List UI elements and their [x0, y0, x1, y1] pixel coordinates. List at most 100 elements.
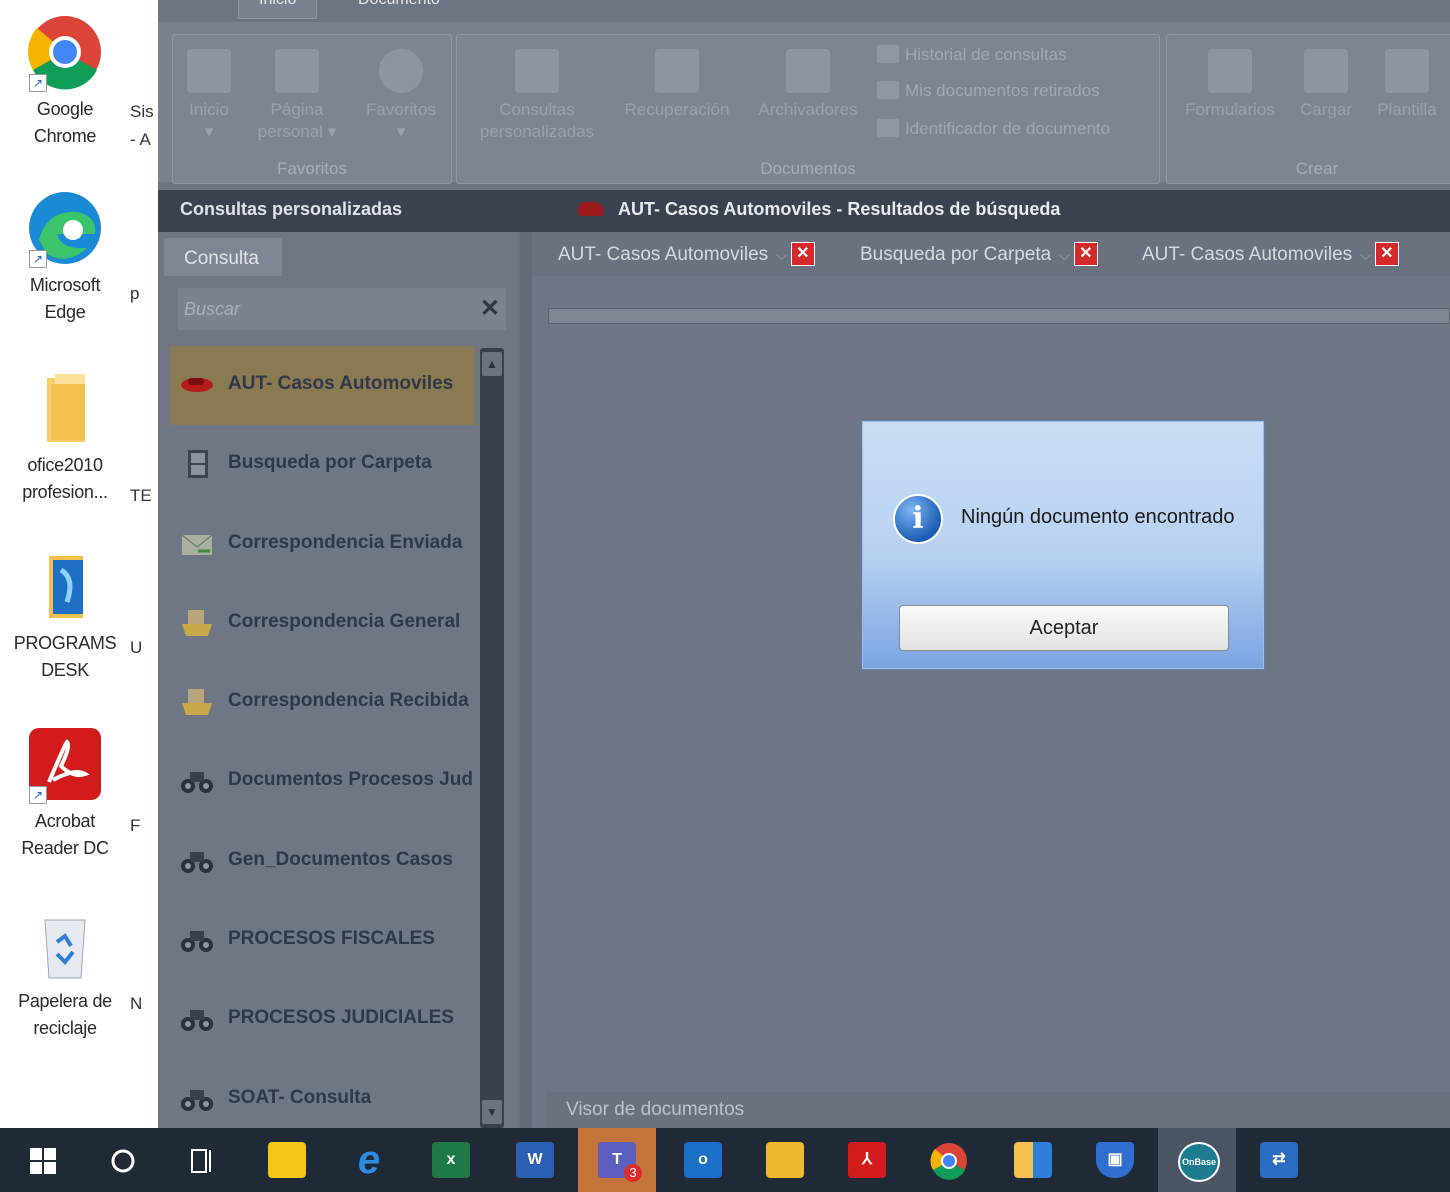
pagina-personal-button[interactable]: Página personal ▾ — [249, 49, 345, 143]
results-tab[interactable]: Busqueda por Carpeta ⌵ ✕ — [860, 242, 1098, 266]
query-item[interactable]: Documentos Procesos Judiciales — [170, 742, 475, 821]
query-item[interactable]: Gen_Documentos Casos — [170, 822, 475, 901]
defender-button[interactable]: ▣ — [1076, 1128, 1154, 1192]
query-label: PROCESOS FISCALES — [228, 928, 435, 950]
ribbon-group-favoritos: Inicio ▾ Página personal ▾ Favoritos ▾ Fav… — [172, 34, 452, 184]
task-view-button[interactable] — [164, 1128, 242, 1192]
desktop-icon-office2010[interactable]: ofice2010 profesion... — [8, 370, 122, 506]
shortcut-arrow-icon: ↗ — [29, 74, 47, 92]
outlook-icon: o — [684, 1142, 722, 1178]
desktop-icon-acrobat[interactable]: ↗ Acrobat Reader DC — [8, 726, 122, 862]
recuperacion-button[interactable]: Recuperación — [617, 49, 737, 121]
search-button[interactable] — [84, 1128, 162, 1192]
close-tab-icon[interactable]: ✕ — [1073, 242, 1098, 266]
word-icon: W — [516, 1142, 554, 1178]
desktop-icon-chrome[interactable]: ↗ Google Chrome — [8, 14, 122, 150]
onbase-button[interactable]: OnBase — [1158, 1128, 1236, 1192]
archivadores-button[interactable]: Archivadores — [751, 49, 865, 121]
chrome-icon: ↗ — [27, 14, 103, 92]
historial-consultas-button[interactable]: Historial de consultas — [877, 45, 1067, 65]
outlook-button[interactable]: o — [664, 1128, 742, 1192]
desktop-icon-programs-desk[interactable]: PROGRAMS DESK — [8, 548, 122, 684]
panel-title: Consultas personalizadas — [180, 199, 403, 219]
file-cabinet-icon — [786, 49, 830, 93]
desktop-icon-label: Microsoft Edge — [29, 275, 101, 322]
ribbon-group-documentos: Consultas personalizadas Recuperación Ar… — [456, 34, 1160, 184]
cargar-button[interactable]: Cargar — [1291, 49, 1361, 121]
binoculars-icon — [181, 851, 213, 873]
aceptar-button[interactable]: Aceptar — [899, 605, 1229, 651]
scroll-up-icon[interactable]: ▲ — [482, 352, 502, 376]
chrome-button[interactable] — [910, 1128, 988, 1192]
magnifier-document-icon — [515, 49, 559, 93]
query-label: AUT- Casos Automoviles — [228, 373, 454, 394]
ribbon-tab-documento[interactable]: Documento — [338, 0, 460, 18]
identificador-documento-button[interactable]: Identificador de documento — [877, 119, 1110, 139]
tab-consulta[interactable]: Consulta — [164, 238, 282, 276]
excel-button[interactable]: x — [412, 1128, 490, 1192]
query-list: AUT- Casos Automoviles Busqueda por Carp… — [170, 346, 475, 1128]
query-label: PROCESOS JUDICIALES — [228, 1007, 454, 1029]
query-label: Correspondencia General — [228, 610, 461, 632]
document-viewer-bar[interactable]: Visor de documentos — [546, 1092, 1450, 1128]
search-icon — [111, 1149, 135, 1173]
internet-explorer-button[interactable]: e — [330, 1128, 408, 1192]
clear-search-icon[interactable]: ✕ — [480, 294, 500, 323]
teams-button[interactable]: T3 — [578, 1128, 656, 1192]
desktop-icon-edge[interactable]: ↗ Microsoft Edge — [8, 190, 122, 326]
query-item[interactable]: Busqueda por Carpeta — [170, 425, 475, 504]
start-button[interactable] — [4, 1128, 82, 1192]
edge-icon: ↗ — [27, 190, 103, 268]
mis-documentos-retirados-button[interactable]: Mis documentos retirados — [877, 81, 1100, 101]
file-explorer-icon — [766, 1142, 804, 1178]
sticky-notes-button[interactable] — [248, 1128, 326, 1192]
file-explorer-button[interactable] — [746, 1128, 824, 1192]
files-button[interactable] — [994, 1128, 1072, 1192]
person-page-icon — [275, 49, 319, 93]
query-label: Correspondencia Recibida — [228, 690, 469, 712]
files-icon — [1014, 1142, 1052, 1178]
acrobat-button[interactable]: ⅄ — [828, 1128, 906, 1192]
query-item[interactable]: PROCESOS FISCALES — [170, 901, 475, 980]
chevron-down-icon[interactable]: ⌵ — [1059, 247, 1070, 263]
query-item[interactable]: Correspondencia General — [170, 584, 475, 663]
shortcut-arrow-icon: ↗ — [29, 250, 47, 268]
chevron-down-icon[interactable]: ⌵ — [776, 247, 787, 263]
partial-desktop-label: Sis — [130, 102, 154, 121]
remote-desktop-button[interactable]: ⇄ — [1240, 1128, 1318, 1192]
ribbon-tab-inicio[interactable]: Inicio — [238, 0, 318, 19]
favoritos-button[interactable]: Favoritos ▾ — [355, 49, 447, 143]
document-id-icon — [877, 119, 899, 137]
query-item[interactable]: AUT- Casos Automoviles — [170, 346, 475, 426]
internet-explorer-icon: e — [357, 1138, 381, 1182]
results-tab[interactable]: AUT- Casos Automoviles ⌵ ✕ — [1142, 242, 1399, 266]
plantilla-button[interactable]: Plantilla — [1367, 49, 1447, 121]
close-tab-icon[interactable]: ✕ — [1374, 242, 1399, 266]
search-input[interactable]: Buscar ✕ — [178, 288, 506, 330]
query-item[interactable]: Correspondencia Recibida — [170, 663, 475, 742]
binoculars-icon — [181, 1089, 213, 1111]
close-tab-icon[interactable]: ✕ — [790, 242, 815, 266]
ribbon-tab-strip: Inicio Documento — [158, 0, 1450, 22]
panel-splitter[interactable] — [520, 232, 532, 1128]
query-item[interactable]: PROCESOS JUDICIALES — [170, 980, 475, 1059]
desktop-icon-recycle-bin[interactable]: Papelera de reciclaje — [8, 906, 122, 1042]
onbase-icon: OnBase — [1178, 1142, 1220, 1182]
formularios-button[interactable]: Formularios — [1175, 49, 1285, 121]
consultas-personalizadas-button[interactable]: Consultas personalizadas — [467, 49, 607, 143]
inicio-button[interactable]: Inicio ▾ — [179, 49, 239, 143]
query-list-scrollbar[interactable]: ▲ ▼ — [480, 348, 504, 1128]
scroll-down-icon[interactable]: ▼ — [482, 1100, 502, 1124]
envelope-icon — [181, 534, 213, 555]
partial-desktop-label: p — [130, 284, 140, 303]
partial-desktop-label: N — [130, 994, 143, 1013]
results-tab[interactable]: AUT- Casos Automoviles ⌵ ✕ — [558, 242, 815, 266]
query-item[interactable]: SOAT- Consulta — [170, 1060, 475, 1128]
desktop-icon-label: PROGRAMS DESK — [13, 633, 117, 680]
desktop-icon-label: Papelera de reciclaje — [18, 991, 112, 1038]
word-button[interactable]: W — [496, 1128, 574, 1192]
checked-out-icon — [877, 81, 899, 99]
group-label: Crear — [1295, 159, 1339, 178]
query-item[interactable]: Correspondencia Enviada — [170, 505, 475, 584]
chevron-down-icon[interactable]: ⌵ — [1360, 247, 1371, 263]
